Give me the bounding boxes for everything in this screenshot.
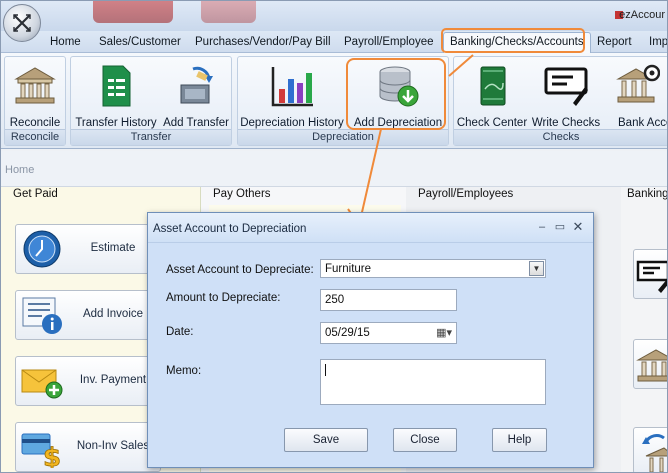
app-menu-button[interactable]: [3, 4, 41, 42]
help-button[interactable]: Help: [492, 428, 547, 452]
add-depreciation-highlight: [346, 58, 446, 130]
estimate-label: Estimate: [90, 242, 136, 254]
tab-sales-customer[interactable]: Sales/Customer: [99, 36, 181, 48]
group-label-depreciation: Depreciation: [238, 129, 448, 145]
estimate-tile[interactable]: Estimate: [15, 224, 161, 274]
amount-input[interactable]: 250: [320, 289, 457, 311]
check-center-label: Check Center: [456, 117, 528, 129]
amount-label: Amount to Depreciate:: [166, 292, 281, 304]
non-inv-sales-tile[interactable]: $ Non-Inv Sales: [15, 422, 161, 472]
column-header-pay-others: Pay Others: [213, 188, 271, 200]
date-value: 05/29/15: [325, 327, 370, 339]
bank-icon: [14, 67, 56, 104]
envelope-add-icon: [21, 369, 63, 399]
date-label: Date:: [166, 326, 194, 338]
group-label-transfer: Transfer: [71, 129, 231, 145]
clock-icon: [23, 230, 61, 268]
write-checks-tile[interactable]: [633, 249, 667, 299]
reconcile-label: Reconcile: [9, 117, 61, 129]
bank-transfer-tile[interactable]: [633, 427, 667, 472]
tab-report[interactable]: Report: [597, 36, 632, 48]
spreadsheet-icon: [102, 65, 131, 107]
app-logo-icon: [13, 14, 31, 32]
svg-text:$: $: [43, 443, 61, 468]
ribbon-group-reconcile: Reconcile Reconcile: [4, 56, 66, 146]
tab-payroll[interactable]: Payroll/Employee: [344, 36, 433, 48]
breadcrumb-home[interactable]: Home: [5, 164, 34, 176]
memo-label: Memo:: [166, 365, 202, 377]
depreciation-history-label: Depreciation History: [240, 117, 344, 129]
column-header-banking: Banking: [627, 188, 668, 200]
depreciation-history-button[interactable]: Depreciation History: [240, 61, 344, 129]
ribbon-group-transfer: Transfer History Add Transfer Transfer: [70, 56, 232, 146]
bar-chart-icon: [271, 67, 313, 107]
bank-gear-icon: [616, 64, 660, 103]
add-transfer-label: Add Transfer: [163, 117, 229, 129]
tab-purchases[interactable]: Purchases/Vendor/Pay Bill: [195, 36, 331, 48]
column-header-get-paid: Get Paid: [13, 188, 58, 200]
breadcrumb: Home: [1, 151, 667, 187]
group-label-reconcile: Reconcile: [5, 129, 65, 145]
account-value: Furniture: [325, 263, 372, 275]
memo-textarea[interactable]: [320, 359, 546, 405]
add-transfer-button[interactable]: Add Transfer: [161, 61, 231, 129]
account-label: Asset Account to Depreciate:: [166, 264, 314, 276]
bank-account-button[interactable]: Bank Accou: [604, 61, 667, 129]
account-select[interactable]: Furniture ▼: [320, 259, 546, 278]
bank-account-label: Bank Accou: [618, 117, 667, 129]
title-decoration: [93, 1, 173, 23]
tab-highlight: [441, 28, 585, 53]
date-picker[interactable]: 05/29/15 ▦▾: [320, 322, 457, 344]
title-bar: ezAccour: [1, 1, 667, 31]
checkbook-icon: [480, 66, 506, 106]
depreciation-dialog: Asset Account to Depreciation – ▭ ✕ Asse…: [147, 212, 594, 468]
inv-payment-label: Inv. Payment: [79, 374, 147, 386]
close-icon[interactable]: ✕: [571, 220, 585, 234]
write-checks-label: Write Checks: [531, 117, 601, 129]
write-checks-button[interactable]: Write Checks: [530, 61, 602, 129]
dialog-title: Asset Account to Depreciation: [153, 223, 307, 235]
inv-payment-tile[interactable]: Inv. Payment: [15, 356, 161, 406]
bank-tile[interactable]: [633, 339, 667, 389]
transfer-icon: [180, 66, 213, 104]
tab-import[interactable]: Imp: [649, 36, 667, 48]
write-check-icon: [544, 67, 588, 106]
write-check-icon: [636, 260, 667, 293]
invoice-info-icon: [22, 297, 62, 334]
reconcile-button[interactable]: Reconcile: [5, 61, 65, 129]
check-center-button[interactable]: Check Center: [456, 61, 528, 129]
column-header-payroll: Payroll/Employees: [418, 188, 514, 200]
transfer-history-button[interactable]: Transfer History: [73, 61, 159, 129]
maximize-icon[interactable]: ▭: [553, 220, 567, 234]
text-cursor: [325, 364, 326, 376]
ribbon: Reconcile Reconcile Transfer History Add…: [1, 53, 667, 149]
ribbon-group-checks: Check Center Write Checks Bank Acc Check…: [453, 56, 667, 146]
bank-icon: [636, 349, 667, 382]
calendar-icon[interactable]: ▦▾: [436, 326, 452, 339]
title-decoration: [201, 1, 256, 23]
chevron-down-icon[interactable]: ▼: [529, 261, 544, 276]
card-dollar-icon: $: [21, 433, 61, 468]
group-label-checks: Checks: [454, 129, 667, 145]
dialog-title-bar: Asset Account to Depreciation – ▭ ✕: [148, 213, 593, 243]
app-window: ezAccour Home Sales/Customer Purchases/V…: [0, 0, 668, 473]
transfer-history-label: Transfer History: [75, 117, 157, 129]
bank-transfer-icon: [642, 434, 667, 472]
non-inv-sales-label: Non-Inv Sales: [76, 440, 150, 452]
app-title: ezAccour: [619, 9, 665, 21]
add-invoice-label: Add Invoice: [82, 308, 144, 320]
column-banking: Banking: [621, 187, 668, 472]
save-button[interactable]: Save: [284, 428, 368, 452]
amount-value: 250: [325, 294, 345, 306]
tab-home[interactable]: Home: [50, 36, 81, 48]
minimize-icon[interactable]: –: [535, 220, 549, 234]
add-invoice-tile[interactable]: Add Invoice: [15, 290, 161, 340]
close-button[interactable]: Close: [393, 428, 457, 452]
